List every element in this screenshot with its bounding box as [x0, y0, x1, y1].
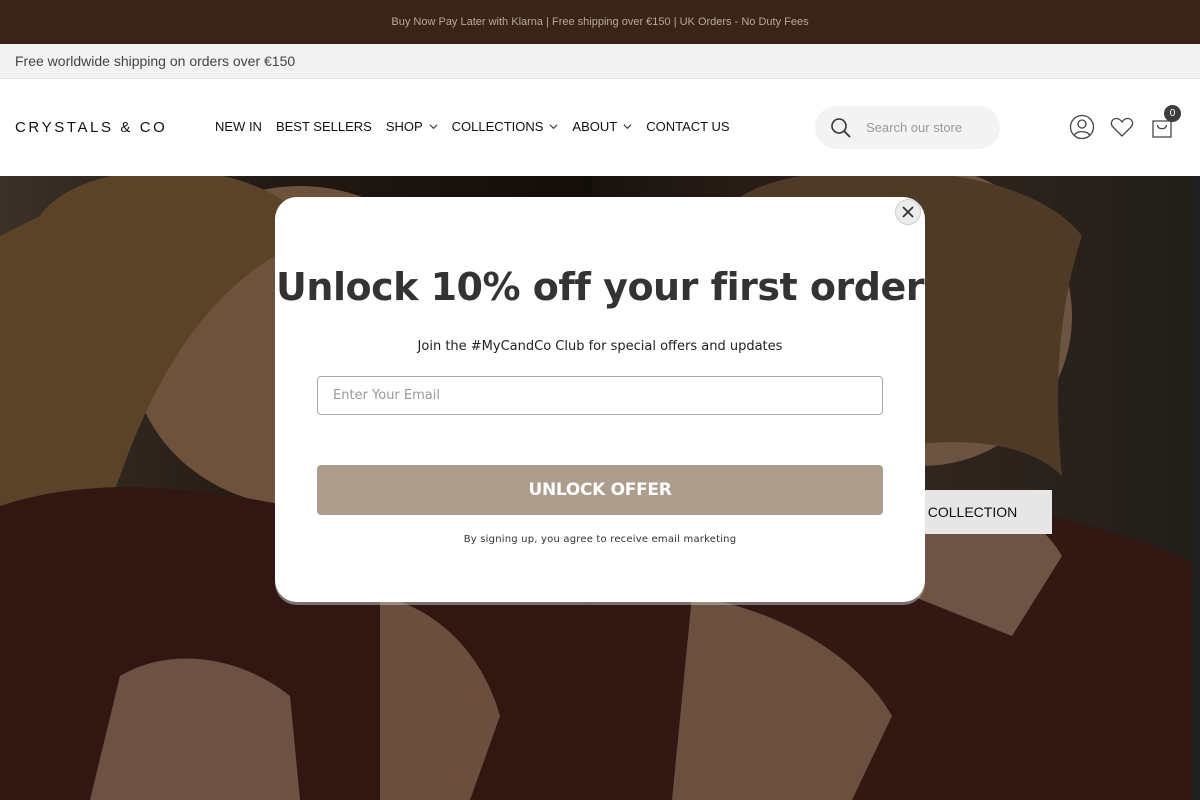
nav-label: NEW IN — [215, 119, 262, 134]
close-button[interactable] — [895, 199, 921, 225]
nav-item-new-in[interactable]: NEW IN — [215, 119, 262, 134]
site-header: CRYSTALS & CO NEW IN BEST SELLERS SHOP C… — [0, 79, 1200, 176]
nav-label: BEST SELLERS — [275, 119, 372, 134]
chevron-down-icon — [623, 124, 632, 130]
close-icon — [902, 206, 914, 218]
wishlist-icon[interactable] — [1109, 114, 1135, 140]
popup-subtitle: Join the #MyCandCo Club for special offe… — [417, 339, 783, 354]
search-input[interactable] — [866, 120, 986, 135]
popup-legal-text: By signing up, you agree to receive emai… — [463, 534, 737, 545]
shipping-text: Free worldwide shipping on orders over €… — [15, 53, 296, 69]
nav-item-shop[interactable]: SHOP — [386, 119, 438, 134]
nav-item-contact-us[interactable]: CONTACT US — [646, 119, 729, 134]
shipping-bar: Free worldwide shipping on orders over €… — [0, 44, 1200, 79]
nav-item-best-sellers[interactable]: BEST SELLERS — [276, 119, 372, 134]
search-box[interactable] — [815, 106, 1000, 149]
nav-label: CONTACT US — [646, 119, 730, 134]
main-nav: NEW IN BEST SELLERS SHOP COLLECTIONS ABO… — [215, 119, 730, 134]
brand-logo[interactable]: CRYSTALS & CO — [15, 119, 167, 136]
account-icon[interactable] — [1069, 114, 1095, 140]
chevron-down-icon — [429, 124, 438, 130]
search-icon[interactable] — [830, 117, 852, 139]
nav-item-about[interactable]: ABOUT — [572, 119, 632, 134]
nav-label: SHOP — [385, 119, 423, 134]
email-field[interactable] — [317, 376, 883, 415]
popup-title: Unlock 10% off your first order — [276, 265, 924, 309]
announcement-bar: Buy Now Pay Later with Klarna | Free shi… — [0, 0, 1200, 44]
nav-label: ABOUT — [572, 119, 618, 134]
announcement-text: Buy Now Pay Later with Klarna | Free shi… — [391, 16, 809, 28]
cart-count-badge: 0 — [1164, 105, 1181, 122]
signup-popup: Unlock 10% off your first order Join the… — [275, 197, 925, 602]
nav-label: COLLECTIONS — [451, 119, 544, 134]
chevron-down-icon — [549, 124, 558, 130]
unlock-offer-button[interactable]: UNLOCK OFFER — [317, 465, 883, 515]
nav-item-collections[interactable]: COLLECTIONS — [452, 119, 559, 134]
